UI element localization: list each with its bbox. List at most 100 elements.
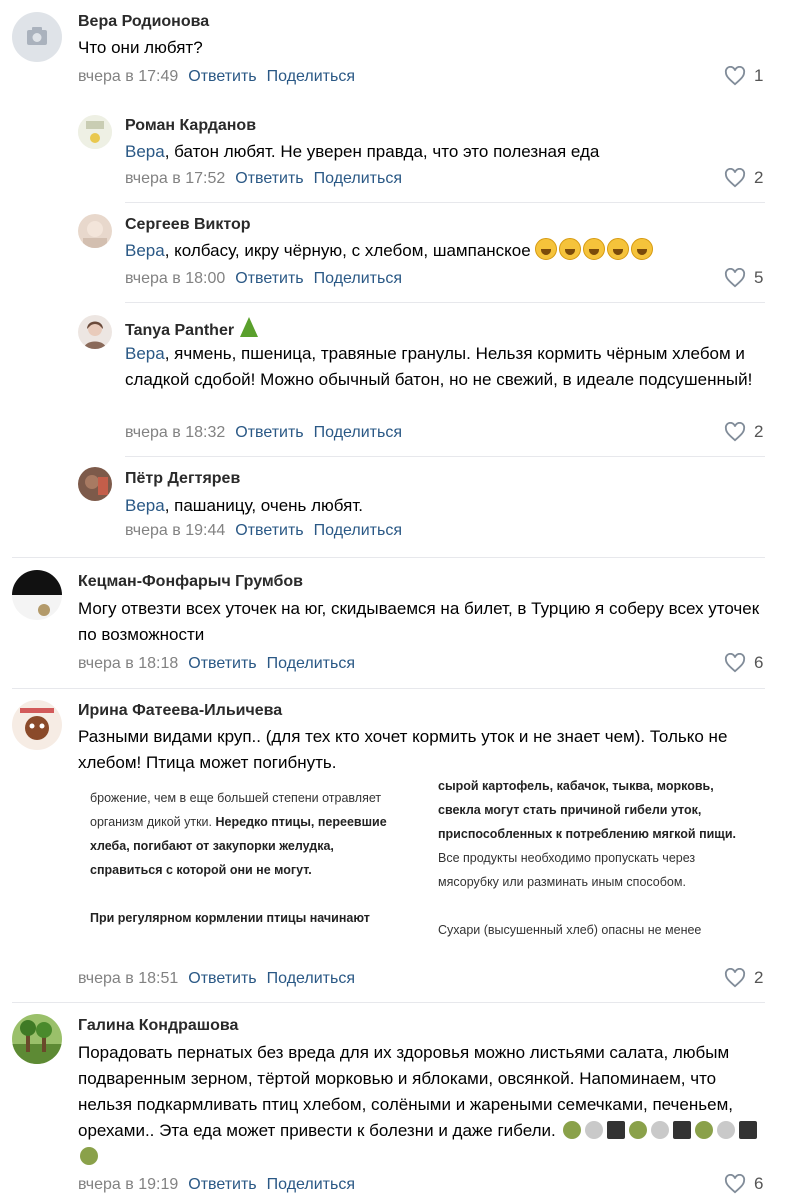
comment-time[interactable]: вчера в 17:52 <box>125 170 225 187</box>
avatar[interactable] <box>12 700 62 750</box>
avatar[interactable] <box>12 570 62 620</box>
like-count: 2 <box>754 422 764 441</box>
reply-to-link[interactable]: Вера <box>125 496 165 515</box>
comment-time[interactable]: вчера в 18:00 <box>125 270 225 287</box>
comment-time[interactable]: вчера в 18:51 <box>78 970 178 987</box>
comment-author[interactable]: Галина Кондрашова <box>78 1017 238 1035</box>
duck-emoji-icon <box>562 1121 581 1139</box>
like-count: 2 <box>754 968 764 987</box>
divider <box>125 202 765 203</box>
emoji-icon <box>716 1121 735 1139</box>
reply-button[interactable]: Ответить <box>235 522 303 539</box>
like-button[interactable]: 6 <box>724 1174 763 1194</box>
reply-button[interactable]: Ответить <box>235 170 303 187</box>
heart-icon <box>724 653 746 673</box>
avatar[interactable] <box>78 115 112 149</box>
heart-icon <box>724 168 746 188</box>
avatar[interactable] <box>12 12 62 62</box>
emoji-icon <box>672 1121 691 1139</box>
comment-meta: вчера в 19:19 Ответить Поделиться <box>78 1176 355 1194</box>
divider <box>125 456 765 457</box>
comment-text: Что они любят? <box>78 38 203 57</box>
comment-author[interactable]: Вера Родионова <box>78 13 209 31</box>
reply-to-link[interactable]: Вера <box>125 241 165 260</box>
comment-author[interactable]: Tanya Panther <box>125 317 259 340</box>
avatar[interactable] <box>78 315 112 349</box>
reply-button[interactable]: Ответить <box>188 1176 256 1193</box>
comment-text: Вера, пашаницу, очень любят. <box>125 496 363 515</box>
comment-time[interactable]: вчера в 18:18 <box>78 655 178 672</box>
share-button[interactable]: Поделиться <box>267 655 355 672</box>
emoji-icon <box>606 1121 625 1139</box>
laughing-emoji-icon <box>583 238 606 260</box>
avatar-image <box>12 700 62 750</box>
heart-icon <box>724 66 746 86</box>
like-button[interactable]: 2 <box>724 968 763 988</box>
share-button[interactable]: Поделиться <box>314 170 402 187</box>
comment-time[interactable]: вчера в 19:44 <box>125 522 225 539</box>
comment-text: Могу отвезти всех уточек на юг, скидывае… <box>78 599 760 644</box>
comment-text: Порадовать пернатых без вреда для их здо… <box>78 1040 768 1170</box>
attached-image-left-text: брожение, чем в еще большей степени отра… <box>90 791 387 925</box>
like-button[interactable]: 5 <box>724 268 763 288</box>
reply-button[interactable]: Ответить <box>188 655 256 672</box>
like-count: 1 <box>754 66 764 85</box>
comment-author[interactable]: Сергеев Виктор <box>125 216 251 234</box>
heart-icon <box>724 422 746 442</box>
laughing-emoji-icon <box>607 238 630 260</box>
comment-meta: вчера в 17:52 Ответить Поделиться <box>125 170 402 188</box>
share-button[interactable]: Поделиться <box>267 68 355 85</box>
duck-emoji-icon <box>694 1121 713 1139</box>
like-button[interactable]: 2 <box>724 168 763 188</box>
comment-author[interactable]: Пётр Дегтярев <box>125 470 240 488</box>
comment-meta: вчера в 18:32 Ответить Поделиться <box>125 424 402 442</box>
comment-text: Вера, колбасу, икру чёрную, с хлебом, ша… <box>125 238 765 264</box>
comment-author[interactable]: Роман Карданов <box>125 117 256 135</box>
avatar[interactable] <box>78 214 112 248</box>
comment-text: Вера, батон любят. Не уверен правда, что… <box>125 142 600 161</box>
duck-emoji-icon <box>628 1121 647 1139</box>
like-button[interactable]: 1 <box>724 66 763 86</box>
avatar-image <box>78 315 112 349</box>
share-button[interactable]: Поделиться <box>314 270 402 287</box>
avatar-image <box>78 467 112 501</box>
share-button[interactable]: Поделиться <box>267 970 355 987</box>
emoji-icon <box>738 1121 757 1139</box>
reply-button[interactable]: Ответить <box>188 68 256 85</box>
avatar[interactable] <box>12 1014 62 1064</box>
comment-text: Разными видами круп.. (для тех кто хочет… <box>78 727 728 772</box>
like-button[interactable]: 2 <box>724 422 763 442</box>
divider <box>125 302 765 303</box>
reply-button[interactable]: Ответить <box>235 270 303 287</box>
comment-time[interactable]: вчера в 19:19 <box>78 1176 178 1193</box>
heart-icon <box>724 268 746 288</box>
divider <box>12 557 765 558</box>
share-button[interactable]: Поделиться <box>314 522 402 539</box>
reply-to-link[interactable]: Вера <box>125 142 165 161</box>
avatar-image <box>12 1014 62 1064</box>
comment-meta: вчера в 19:44 Ответить Поделиться <box>125 522 402 540</box>
like-count: 5 <box>754 268 764 287</box>
like-count: 2 <box>754 168 764 187</box>
like-count: 6 <box>754 1174 764 1193</box>
comment-meta: вчера в 18:00 Ответить Поделиться <box>125 270 402 288</box>
heart-icon <box>724 1174 746 1194</box>
reply-button[interactable]: Ответить <box>188 970 256 987</box>
laughing-emoji-icon <box>535 238 558 260</box>
comment-meta: вчера в 18:18 Ответить Поделиться <box>78 655 355 673</box>
avatar[interactable] <box>78 467 112 501</box>
reply-to-link[interactable]: Вера <box>125 344 165 363</box>
attached-image[interactable]: брожение, чем в еще большей степени отра… <box>80 780 770 958</box>
reply-button[interactable]: Ответить <box>235 424 303 441</box>
like-button[interactable]: 6 <box>724 653 763 673</box>
comment-time[interactable]: вчера в 18:32 <box>125 424 225 441</box>
comment-author[interactable]: Кецман-Фонфарыч Грумбов <box>78 573 303 591</box>
share-button[interactable]: Поделиться <box>314 424 402 441</box>
comment-meta: вчера в 17:49 Ответить Поделиться <box>78 68 355 86</box>
divider <box>12 688 765 689</box>
emoji-icon <box>584 1121 603 1139</box>
comment-time[interactable]: вчера в 17:49 <box>78 68 178 85</box>
share-button[interactable]: Поделиться <box>267 1176 355 1193</box>
laughing-emoji-icon <box>631 238 654 260</box>
comment-author[interactable]: Ирина Фатеева-Ильичева <box>78 702 282 720</box>
